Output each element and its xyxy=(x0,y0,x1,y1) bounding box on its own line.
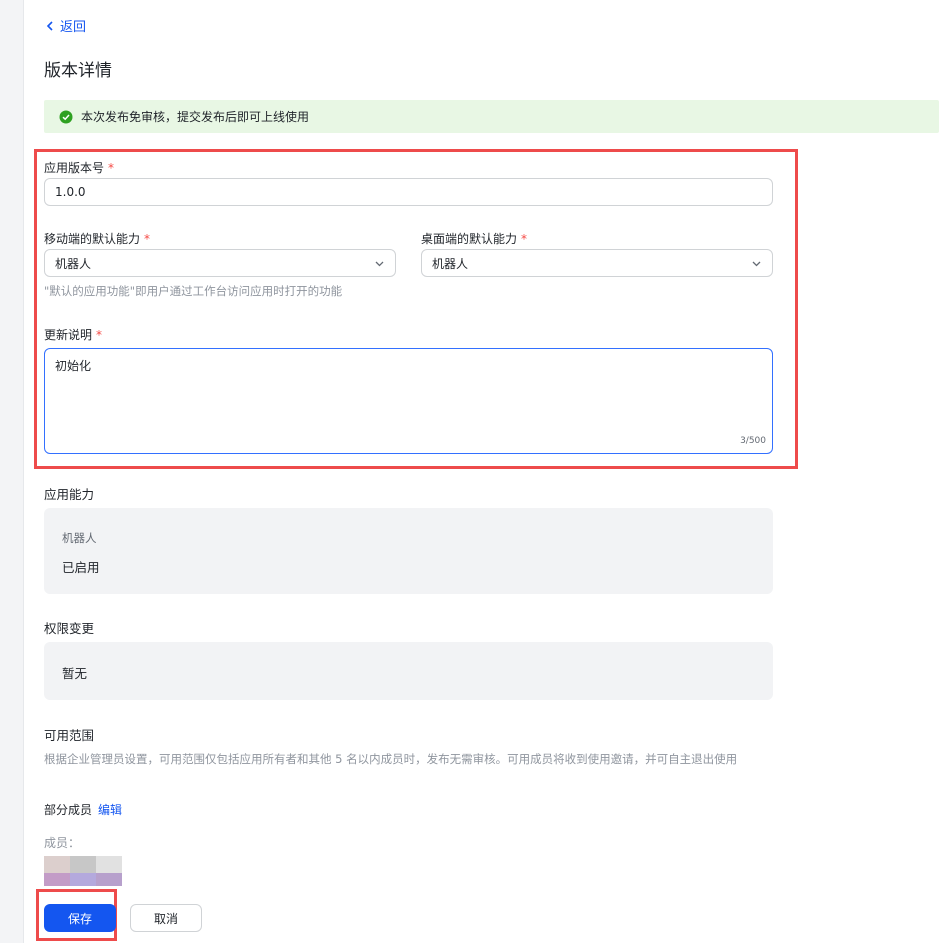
capability-status: 已启用 xyxy=(62,560,100,575)
scope-description: 根据企业管理员设置，可用范围仅包括应用所有者和其他 5 名以内成员时，发布无需审… xyxy=(44,752,738,766)
default-help-text: "默认的应用功能"即用户通过工作台访问应用时打开的功能 xyxy=(44,284,343,298)
scope-title: 可用范围 xyxy=(44,728,95,743)
desktop-default-select[interactable]: 机器人 xyxy=(421,249,773,277)
required-mark: * xyxy=(96,328,103,342)
required-mark: * xyxy=(521,232,528,246)
mobile-default-value: 机器人 xyxy=(55,256,92,271)
avatar xyxy=(70,856,96,886)
page-title: 版本详情 xyxy=(44,61,112,81)
desktop-default-label: 桌面端的默认能力 * xyxy=(421,230,527,247)
release-notes-value: 初始化 xyxy=(55,359,92,373)
permissions-title: 权限变更 xyxy=(44,621,95,636)
permissions-card: 暂无 xyxy=(44,642,773,700)
chevron-left-icon xyxy=(46,20,53,31)
banner-text: 本次发布免审核，提交发布后即可上线使用 xyxy=(81,110,310,124)
member-avatars xyxy=(44,856,124,886)
version-input[interactable]: 1.0.0 xyxy=(44,178,773,206)
mobile-default-label: 移动端的默认能力 * xyxy=(44,230,150,247)
avatar xyxy=(96,856,122,886)
capabilities-card: 机器人 已启用 xyxy=(44,508,773,594)
release-notes-label: 更新说明 * xyxy=(44,326,102,343)
members-label: 成员： xyxy=(44,836,81,850)
mobile-default-select[interactable]: 机器人 xyxy=(44,249,396,277)
required-mark: * xyxy=(144,232,151,246)
back-label: 返回 xyxy=(60,20,87,35)
required-mark: * xyxy=(108,161,115,175)
avatar xyxy=(44,856,70,886)
check-circle-icon xyxy=(59,110,73,123)
cancel-button[interactable]: 取消 xyxy=(130,904,202,932)
version-detail-page: 返回 版本详情 本次发布免审核，提交发布后即可上线使用 应用版本号 * 1.0.0… xyxy=(34,0,939,943)
back-link[interactable]: 返回 xyxy=(44,16,86,35)
chevron-down-icon xyxy=(752,261,761,266)
release-notes-label-text: 更新说明 xyxy=(44,328,93,342)
desktop-default-value: 机器人 xyxy=(432,256,469,271)
version-value: 1.0.0 xyxy=(55,185,86,199)
chevron-down-icon xyxy=(375,261,384,266)
release-notes-textarea[interactable]: 初始化 3/500 xyxy=(44,348,773,454)
mobile-default-label-text: 移动端的默认能力 xyxy=(44,232,141,246)
save-button[interactable]: 保存 xyxy=(44,904,116,932)
notice-banner: 本次发布免审核，提交发布后即可上线使用 xyxy=(44,100,939,133)
left-rail xyxy=(0,0,24,943)
version-label: 应用版本号 * xyxy=(44,159,114,176)
edit-members-link[interactable]: 编辑 xyxy=(98,803,122,817)
capability-name: 机器人 xyxy=(62,531,97,545)
version-label-text: 应用版本号 xyxy=(44,161,105,175)
members-type: 部分成员 xyxy=(44,803,93,817)
permissions-value: 暂无 xyxy=(62,666,88,681)
capabilities-title: 应用能力 xyxy=(44,487,95,502)
members-type-row: 部分成员 编辑 xyxy=(44,801,122,818)
char-counter: 3/500 xyxy=(740,436,766,446)
desktop-default-label-text: 桌面端的默认能力 xyxy=(421,232,518,246)
